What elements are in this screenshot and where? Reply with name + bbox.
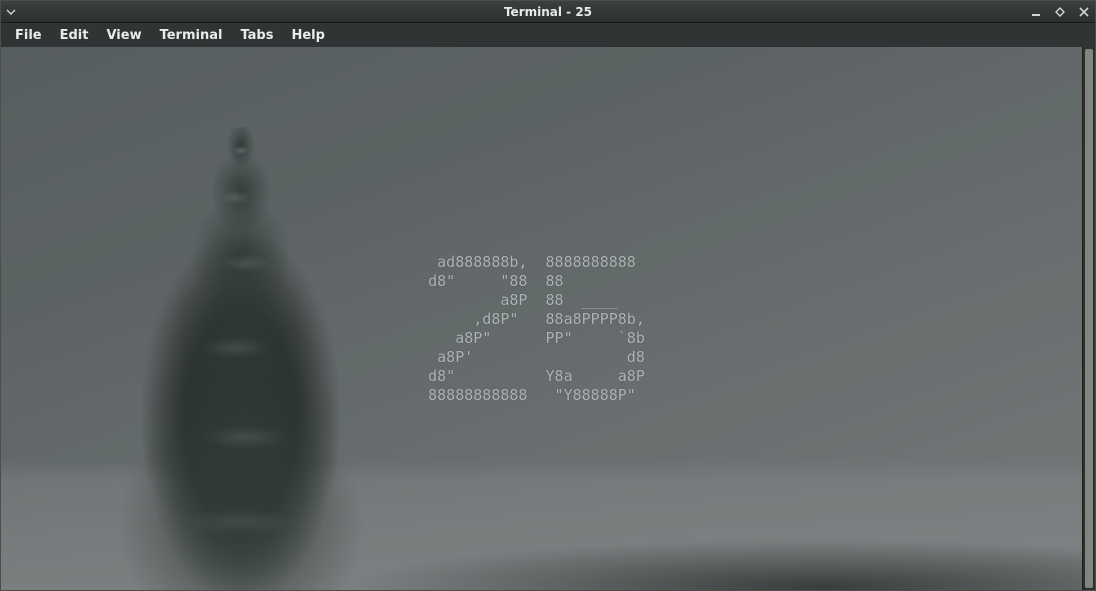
close-icon [1079, 7, 1089, 17]
maximize-button[interactable] [1053, 5, 1067, 19]
minimize-icon [1031, 7, 1041, 17]
terminal-content: ad888888b, 8888888888 d8" "88 88 a8P 88 … [1, 47, 1095, 590]
window-title: Terminal - 25 [1, 5, 1095, 19]
menu-file[interactable]: File [7, 26, 50, 45]
ascii-art-text: ad888888b, 8888888888 d8" "88 88 a8P 88 … [428, 253, 654, 405]
terminal-viewport[interactable]: ad888888b, 8888888888 d8" "88 88 a8P 88 … [1, 47, 1095, 590]
menu-edit[interactable]: Edit [52, 26, 97, 45]
scrollbar-thumb[interactable] [1085, 49, 1093, 588]
menu-view[interactable]: View [98, 26, 149, 45]
window-controls [1029, 5, 1095, 19]
terminal-window: Terminal - 25 File Edit View Terminal Ta… [0, 0, 1096, 591]
maximize-icon [1055, 7, 1065, 17]
menubar: File Edit View Terminal Tabs Help [1, 23, 1095, 47]
chevron-down-icon [6, 9, 16, 15]
menu-tabs[interactable]: Tabs [232, 26, 281, 45]
titlebar[interactable]: Terminal - 25 [1, 1, 1095, 23]
close-button[interactable] [1077, 5, 1091, 19]
minimize-button[interactable] [1029, 5, 1043, 19]
menu-help[interactable]: Help [283, 26, 332, 45]
ascii-art-output: ad888888b, 8888888888 d8" "88 88 a8P 88 … [1, 253, 1081, 405]
app-menu-button[interactable] [1, 1, 21, 22]
menu-terminal[interactable]: Terminal [152, 26, 231, 45]
scrollbar[interactable] [1082, 47, 1095, 590]
